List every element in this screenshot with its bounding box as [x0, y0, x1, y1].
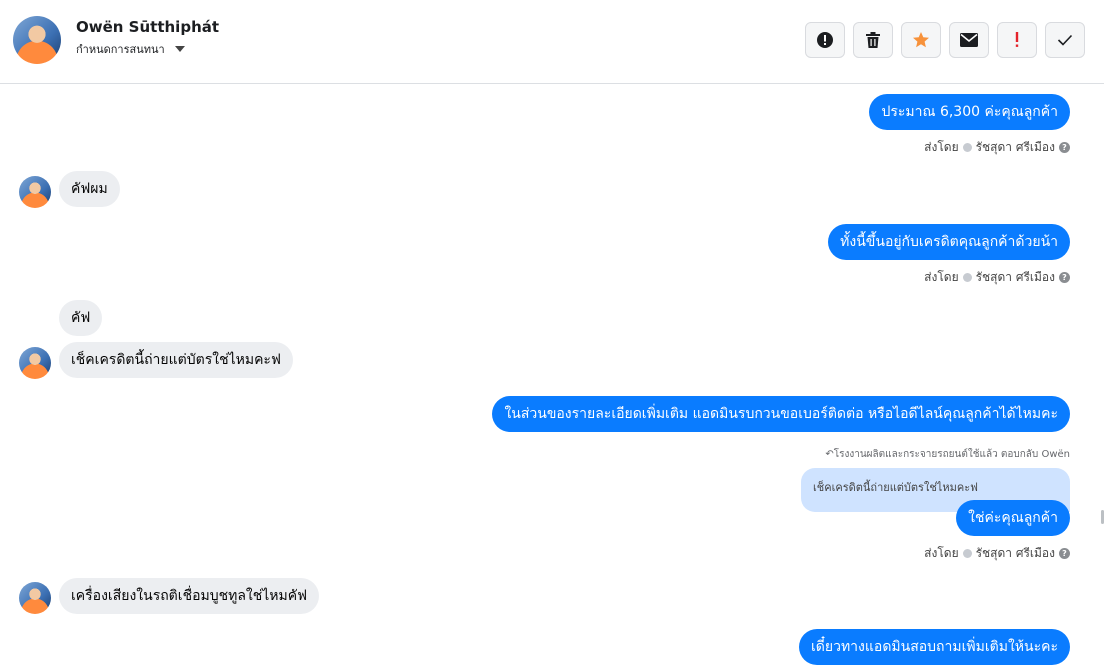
assign-conversation-dropdown[interactable]: กำหนดการสนทนา: [76, 40, 185, 58]
outgoing-message[interactable]: เดี๋ยวทางแอดมินสอบถามเพิ่มเติมให้นะคะ: [799, 629, 1070, 665]
help-icon[interactable]: ?: [1059, 272, 1070, 283]
mark-done-button[interactable]: [1045, 22, 1085, 58]
check-icon: [1057, 34, 1073, 46]
star-button[interactable]: [901, 22, 941, 58]
sent-by-agent[interactable]: รัชสุดา ศรีเมือง: [976, 268, 1055, 287]
contact-avatar-small[interactable]: [19, 347, 51, 379]
help-icon[interactable]: ?: [1059, 548, 1070, 559]
exclamation-icon: [1015, 32, 1019, 47]
sent-by-agent[interactable]: รัชสุดา ศรีเมือง: [976, 138, 1055, 157]
seen-check-icon: [962, 143, 972, 152]
outgoing-message[interactable]: ในส่วนของรายละเอียดเพิ่มเติม แอดมินรบกวน…: [492, 396, 1070, 432]
contact-avatar-small[interactable]: [19, 176, 51, 208]
reply-label: ↶โรงงานผลิตและกระจายรถยนต์ใช้แล้ว ตอบกลั…: [825, 449, 1070, 460]
sent-by-label: ส่งโดย รัชสุดา ศรีเมือง ?: [924, 544, 1070, 563]
sent-by-label: ส่งโดย รัชสุดา ศรีเมือง ?: [924, 138, 1070, 157]
sent-by-prefix: ส่งโดย: [924, 140, 959, 154]
incoming-message[interactable]: เช็คเครดิตนี้ถ่ายแต่บัตรใช่ไหมคะฟ: [59, 342, 293, 378]
envelope-icon: [960, 33, 978, 47]
star-icon: [913, 32, 929, 48]
trash-icon: [866, 32, 880, 48]
incoming-message[interactable]: เครื่องเสียงในรถติเชื่อมบูชทูลใช่ไหมคัฟ: [59, 578, 320, 614]
conversation-header: Owën Sūtthiphát กำหนดการสนทนา: [0, 0, 1104, 84]
seen-check-icon: [962, 549, 972, 558]
contact-avatar-small[interactable]: [19, 582, 51, 614]
mark-unread-button[interactable]: [949, 22, 989, 58]
outgoing-message[interactable]: ประมาณ 6,300 ค่ะคุณลูกค้า: [869, 94, 1070, 130]
sent-by-label: ส่งโดย รัชสุดา ศรีเมือง ?: [924, 268, 1070, 287]
alert-circle-icon: [817, 32, 833, 48]
spam-button[interactable]: [805, 22, 845, 58]
outgoing-message[interactable]: ใช่ค่ะคุณลูกค้า: [956, 500, 1070, 536]
contact-name[interactable]: Owën Sūtthiphát: [76, 18, 219, 36]
caret-down-icon: [174, 46, 185, 52]
assign-label: กำหนดการสนทนา: [76, 43, 165, 56]
follow-up-button[interactable]: [997, 22, 1037, 58]
incoming-message[interactable]: คัฟผม: [59, 171, 120, 207]
contact-avatar[interactable]: [13, 16, 61, 64]
sent-by-prefix: ส่งโดย: [924, 546, 959, 560]
sent-by-prefix: ส่งโดย: [924, 270, 959, 284]
incoming-message[interactable]: คัฟ: [59, 300, 103, 336]
help-icon[interactable]: ?: [1059, 142, 1070, 153]
sent-by-agent[interactable]: รัชสุดา ศรีเมือง: [976, 544, 1055, 563]
seen-check-icon: [962, 273, 972, 282]
delete-button[interactable]: [853, 22, 893, 58]
outgoing-message[interactable]: ทั้งนี้ขึ้นอยู่กับเครดิตคุณลูกค้าด้วยน้า: [828, 224, 1070, 260]
conversation-toolbar: [805, 22, 1085, 58]
